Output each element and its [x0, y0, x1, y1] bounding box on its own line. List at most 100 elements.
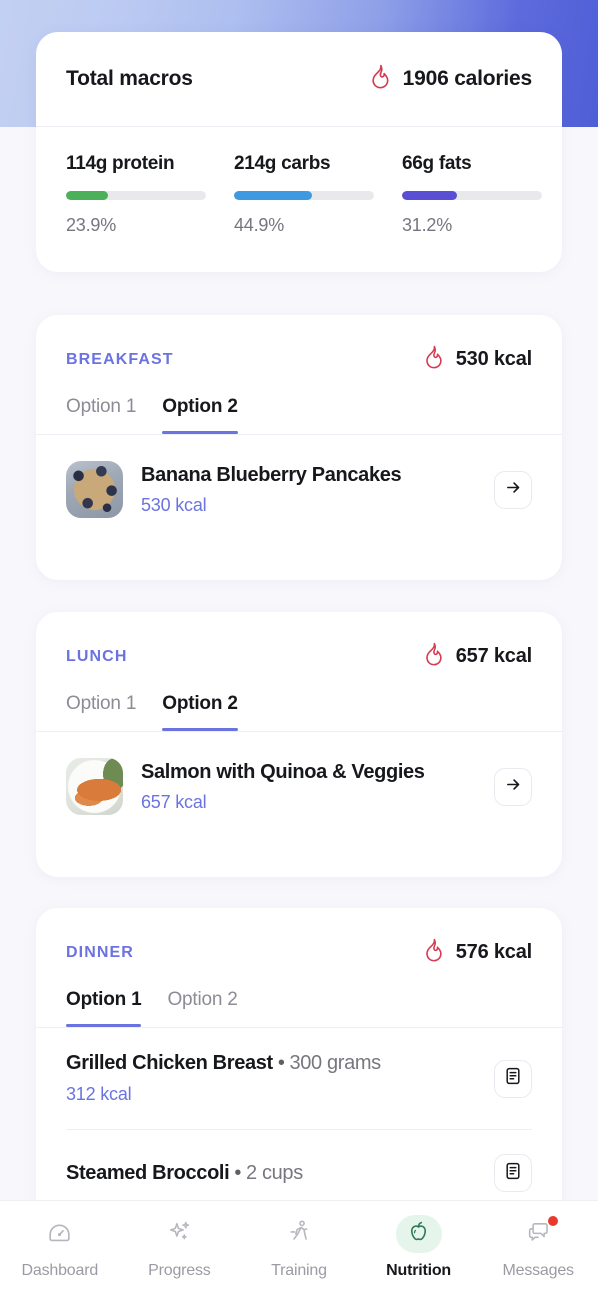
nav-item-progress[interactable]: Progress	[120, 1201, 240, 1280]
meal-card-lunch: LUNCH 657 kcal Option 1 Option 2 Salmon …	[36, 612, 562, 877]
lunch-tabs: Option 1 Option 2	[36, 671, 562, 731]
dinner-tabs: Option 1 Option 2	[36, 967, 562, 1027]
document-icon	[505, 1067, 521, 1090]
nav-label-nutrition: Nutrition	[386, 1262, 451, 1279]
total-macros-card: Total macros 1906 calories 114g protein …	[36, 32, 562, 272]
breakfast-calories-group: 530 kcal	[423, 345, 532, 374]
macro-protein-label: 114g protein	[66, 153, 175, 174]
tab-lunch-option-2[interactable]: Option 2	[162, 693, 239, 731]
tab-breakfast-option-2[interactable]: Option 2	[162, 396, 239, 434]
sparkles-icon	[166, 1218, 193, 1250]
tab-lunch-option-1[interactable]: Option 1	[66, 693, 136, 731]
ingredient-texts: Grilled Chicken Breast • 300 grams 312 kca…	[66, 1052, 480, 1105]
macro-carbs-percent: 44.9%	[234, 215, 285, 235]
nav-item-dashboard[interactable]: Dashboard	[0, 1201, 120, 1280]
macro-fats-percent: 31.2%	[402, 215, 453, 235]
ingredient-name: Grilled Chicken Breast	[66, 1052, 273, 1074]
flame-icon	[423, 642, 445, 671]
nav-item-training[interactable]: Training	[239, 1201, 359, 1280]
macro-carbs-fill	[234, 191, 313, 200]
macro-protein-fill	[66, 191, 108, 200]
breakfast-meal-texts: Banana Blueberry Pancakes 530 kcal	[141, 464, 476, 516]
progress-icon-wrap	[156, 1215, 202, 1253]
meal-card-dinner: DINNER 576 kcal Option 1 Option 2 Grille…	[36, 908, 562, 1238]
meal-card-breakfast: BREAKFAST 530 kcal Option 1 Option 2 Ban…	[36, 315, 562, 580]
ingredient-row[interactable]: Grilled Chicken Breast • 300 grams 312 kca…	[36, 1028, 562, 1129]
ingredient-quantity: 2 cups	[246, 1161, 303, 1184]
total-macros-title: Total macros	[66, 67, 193, 90]
nav-label-dashboard: Dashboard	[21, 1262, 99, 1279]
lunch-header: LUNCH 657 kcal	[36, 612, 562, 671]
ingredient-headline: Steamed Broccoli • 2 cups	[66, 1162, 480, 1185]
macro-carbs-label: 214g carbs	[234, 153, 331, 174]
breakfast-header: BREAKFAST 530 kcal	[36, 315, 562, 374]
messages-icon-wrap	[515, 1215, 561, 1253]
nutrition-icon-wrap	[395, 1215, 442, 1253]
macros-breakdown: 114g protein 23.9% 214g carbs 44.9% 66g …	[36, 127, 562, 236]
breakfast-detail-button[interactable]	[494, 470, 532, 509]
ingredient-detail-button[interactable]	[494, 1154, 532, 1192]
ingredient-name: Steamed Broccoli	[66, 1161, 230, 1184]
ingredient-separator: •	[277, 1052, 285, 1074]
arrow-right-icon	[505, 776, 522, 798]
ingredient-headline: Grilled Chicken Breast • 300 grams	[66, 1052, 480, 1075]
breakfast-kcal: 530 kcal	[455, 348, 532, 370]
lunch-calories-group: 657 kcal	[423, 642, 532, 671]
bottom-navigation-bar: Dashboard Progress Training Nutrition Me…	[0, 1200, 598, 1296]
macro-protein-percent: 23.9%	[66, 215, 117, 235]
breakfast-meal-item[interactable]: Banana Blueberry Pancakes 530 kcal	[36, 435, 562, 544]
flame-icon	[369, 64, 392, 94]
ingredient-kcal: 312 kcal	[66, 1084, 132, 1104]
lunch-meal-texts: Salmon with Quinoa & Veggies 657 kcal	[141, 761, 476, 813]
nav-label-training: Training	[271, 1262, 327, 1279]
gauge-icon	[46, 1218, 73, 1250]
lunch-kcal: 657 kcal	[455, 645, 532, 667]
runner-icon	[285, 1218, 312, 1250]
breakfast-meal-title: Banana Blueberry Pancakes	[141, 463, 402, 486]
ingredient-detail-button[interactable]	[494, 1059, 532, 1098]
total-calories-value: 1906 calories	[402, 67, 533, 90]
lunch-meal-item[interactable]: Salmon with Quinoa & Veggies 657 kcal	[36, 732, 562, 841]
salmon-thumbnail	[66, 758, 123, 815]
total-calories-group: 1906 calories	[369, 64, 532, 94]
apple-icon	[406, 1219, 431, 1250]
macro-carbs: 214g carbs 44.9%	[234, 153, 374, 236]
dashboard-icon-wrap	[37, 1215, 83, 1253]
nutrition-scroll-area[interactable]: Total macros 1906 calories 114g protein …	[0, 0, 598, 1296]
flame-icon	[423, 345, 445, 374]
arrow-right-icon	[505, 479, 522, 501]
nav-item-messages[interactable]: Messages	[478, 1201, 598, 1280]
macro-fats: 66g fats 31.2%	[402, 153, 542, 236]
ingredient-quantity: 300 grams	[289, 1052, 381, 1074]
tab-dinner-option-1[interactable]: Option 1	[66, 989, 142, 1027]
tab-breakfast-option-1[interactable]: Option 1	[66, 396, 136, 434]
tab-dinner-option-2[interactable]: Option 2	[167, 989, 237, 1027]
lunch-title: LUNCH	[66, 647, 128, 665]
nav-label-messages: Messages	[502, 1262, 575, 1279]
breakfast-tabs: Option 1 Option 2	[36, 374, 562, 434]
dinner-title: DINNER	[66, 943, 134, 961]
total-macros-header: Total macros 1906 calories	[36, 32, 562, 126]
dinner-kcal: 576 kcal	[455, 941, 532, 963]
document-icon	[505, 1162, 521, 1185]
dinner-header: DINNER 576 kcal	[36, 908, 562, 967]
macro-protein-track	[66, 191, 206, 200]
nav-item-nutrition[interactable]: Nutrition	[359, 1201, 479, 1280]
macro-fats-label: 66g fats	[402, 153, 472, 174]
macro-carbs-track	[234, 191, 374, 200]
dinner-calories-group: 576 kcal	[423, 938, 532, 967]
lunch-detail-button[interactable]	[494, 767, 532, 806]
messages-notification-badge	[548, 1216, 559, 1226]
flame-icon	[423, 938, 445, 967]
breakfast-title: BREAKFAST	[66, 350, 174, 368]
ingredient-separator: •	[234, 1161, 242, 1184]
breakfast-meal-kcal: 530 kcal	[141, 494, 207, 515]
lunch-meal-kcal: 657 kcal	[141, 791, 207, 812]
lunch-meal-title: Salmon with Quinoa & Veggies	[141, 760, 425, 783]
macro-fats-fill	[402, 191, 457, 200]
macro-protein: 114g protein 23.9%	[66, 153, 206, 236]
macro-fats-track	[402, 191, 542, 200]
nav-label-progress: Progress	[148, 1262, 211, 1279]
pancakes-thumbnail	[66, 461, 123, 518]
ingredient-texts: Steamed Broccoli • 2 cups	[66, 1162, 480, 1185]
